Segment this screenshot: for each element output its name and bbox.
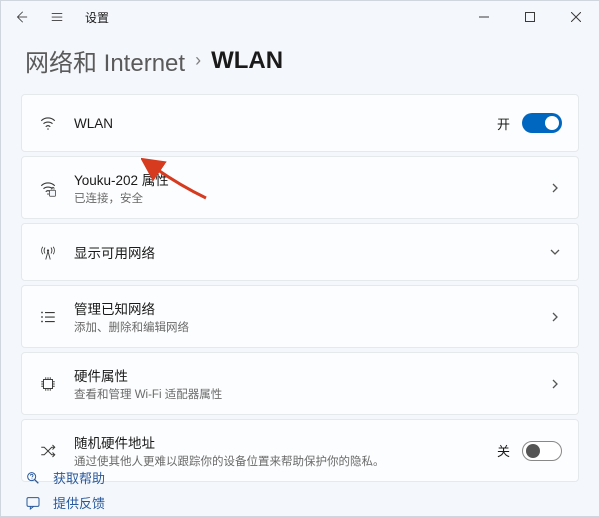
breadcrumb-parent[interactable]: 网络和 Internet <box>25 43 185 78</box>
wlan-state-label: 开 <box>497 114 510 133</box>
wlan-title: WLAN <box>74 116 481 131</box>
nav-menu-button[interactable] <box>45 5 69 29</box>
chevron-right-icon <box>548 181 562 195</box>
random-mac-title: 随机硬件地址 <box>74 432 481 452</box>
breadcrumb-current: WLAN <box>211 47 283 75</box>
help-label: 获取帮助 <box>53 468 105 487</box>
feedback-label: 提供反馈 <box>53 493 105 512</box>
current-network-subtitle: 已连接，安全 <box>74 190 532 206</box>
current-network-row[interactable]: Youku-202 属性 已连接，安全 <box>21 156 579 219</box>
titlebar: 设置 <box>1 1 599 33</box>
breadcrumb-separator-icon: › <box>195 50 201 71</box>
antenna-icon <box>38 242 58 262</box>
shuffle-icon <box>38 441 58 461</box>
random-mac-state-label: 关 <box>497 441 510 460</box>
random-mac-toggle[interactable] <box>522 441 562 461</box>
footer: 获取帮助 提供反馈 <box>1 468 599 516</box>
current-network-title: Youku-202 属性 <box>74 169 532 189</box>
show-networks-title: 显示可用网络 <box>74 242 532 262</box>
known-networks-subtitle: 添加、删除和编辑网络 <box>74 319 532 335</box>
hardware-subtitle: 查看和管理 Wi-Fi 适配器属性 <box>74 386 532 402</box>
chevron-down-icon <box>548 245 562 259</box>
close-icon <box>571 12 581 22</box>
hardware-row[interactable]: 硬件属性 查看和管理 Wi-Fi 适配器属性 <box>21 352 579 415</box>
feedback-link[interactable]: 提供反馈 <box>25 493 575 512</box>
wlan-toggle-row[interactable]: WLAN 开 <box>21 94 579 152</box>
help-icon <box>25 470 41 486</box>
wlan-toggle[interactable] <box>522 113 562 133</box>
chip-icon <box>38 374 58 394</box>
wifi-connected-icon <box>38 178 58 198</box>
wifi-icon <box>38 113 58 133</box>
close-button[interactable] <box>553 1 599 33</box>
maximize-button[interactable] <box>507 1 553 33</box>
chevron-right-icon <box>548 377 562 391</box>
maximize-icon <box>525 12 535 22</box>
app-title: 设置 <box>85 9 109 26</box>
arrow-left-icon <box>14 10 28 24</box>
help-link[interactable]: 获取帮助 <box>25 468 575 487</box>
minimize-icon <box>479 12 489 22</box>
back-button[interactable] <box>9 5 33 29</box>
random-mac-subtitle: 通过使其他人更难以跟踪你的设备位置来帮助保护你的隐私。 <box>74 453 481 469</box>
settings-list: WLAN 开 Youku-202 属性 已连接，安全 显示可用网络 <box>1 94 599 482</box>
show-networks-row[interactable]: 显示可用网络 <box>21 223 579 281</box>
hamburger-icon <box>50 10 64 24</box>
known-networks-title: 管理已知网络 <box>74 298 532 318</box>
known-networks-row[interactable]: 管理已知网络 添加、删除和编辑网络 <box>21 285 579 348</box>
hardware-title: 硬件属性 <box>74 365 532 385</box>
feedback-icon <box>25 495 41 511</box>
list-icon <box>38 307 58 327</box>
minimize-button[interactable] <box>461 1 507 33</box>
chevron-right-icon <box>548 310 562 324</box>
breadcrumb: 网络和 Internet › WLAN <box>1 33 599 94</box>
